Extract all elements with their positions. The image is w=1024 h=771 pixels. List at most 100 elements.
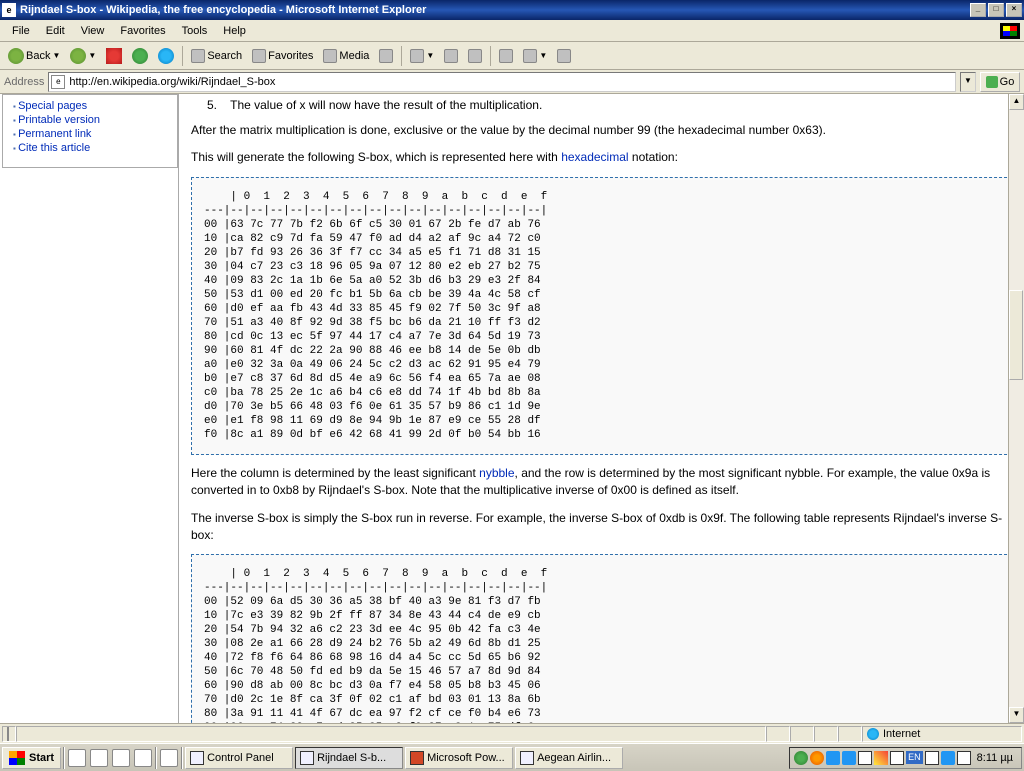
vertical-scrollbar[interactable]: ▲ ▼: [1008, 94, 1024, 723]
sidebar-item-cite[interactable]: Cite this article: [13, 141, 175, 155]
tray-icon[interactable]: [794, 751, 808, 765]
go-button[interactable]: Go: [980, 72, 1020, 92]
tray-icon[interactable]: [890, 751, 904, 765]
media-button[interactable]: Media: [319, 45, 373, 67]
quicklaunch-icon[interactable]: [160, 749, 178, 767]
ie-icon: e: [2, 3, 16, 17]
scroll-thumb[interactable]: [1009, 290, 1023, 380]
maximize-button[interactable]: □: [988, 3, 1004, 17]
menu-help[interactable]: Help: [215, 23, 254, 39]
taskbar: Start Control Panel Rijndael S-b... Micr…: [0, 743, 1024, 771]
tray-icon[interactable]: [957, 751, 971, 765]
windows-flag-icon: [1000, 23, 1020, 39]
menu-view[interactable]: View: [73, 23, 113, 39]
history-button[interactable]: [375, 45, 397, 67]
sidebar-list: Special pages Printable version Permanen…: [5, 99, 175, 155]
quicklaunch-icon[interactable]: [90, 749, 108, 767]
menu-favorites[interactable]: Favorites: [112, 23, 173, 39]
sidebar-item-printable[interactable]: Printable version: [13, 113, 175, 127]
ie-icon: [300, 751, 314, 765]
tray-icon[interactable]: [941, 751, 955, 765]
quicklaunch-icon[interactable]: [68, 749, 86, 767]
mail-button[interactable]: ▼: [406, 45, 438, 67]
done-icon: [7, 727, 9, 741]
discuss-icon: [499, 49, 513, 63]
tray-icon[interactable]: [925, 751, 939, 765]
list-text: The value of x will now have the result …: [230, 98, 542, 112]
messenger-button[interactable]: [553, 45, 575, 67]
window-titlebar: e Rijndael S-box - Wikipedia, the free e…: [0, 0, 1024, 20]
clock[interactable]: 8:11 µµ: [973, 752, 1017, 764]
link-hexadecimal[interactable]: hexadecimal: [561, 150, 628, 164]
list-number: 5.: [207, 98, 227, 112]
favorites-button[interactable]: Favorites: [248, 45, 317, 67]
quicklaunch-icon[interactable]: [112, 749, 130, 767]
close-button[interactable]: ×: [1006, 3, 1022, 17]
chevron-down-icon: ▼: [88, 51, 96, 60]
paragraph-4: The inverse S-box is simply the S-box ru…: [191, 510, 1012, 545]
content-area: Special pages Printable version Permanen…: [0, 94, 1024, 723]
link-nybble[interactable]: nybble: [479, 466, 514, 480]
forward-icon: [70, 48, 86, 64]
scroll-down-button[interactable]: ▼: [1009, 707, 1024, 723]
forward-button[interactable]: ▼: [66, 45, 100, 67]
url-input[interactable]: http://en.wikipedia.org/wiki/Rijndael_S-…: [69, 76, 953, 88]
menu-file[interactable]: File: [4, 23, 38, 39]
task-aegean[interactable]: Aegean Airlin...: [515, 747, 623, 769]
research-button[interactable]: ▼: [519, 45, 551, 67]
tray-icon[interactable]: [810, 751, 824, 765]
go-label: Go: [1000, 76, 1015, 88]
media-label: Media: [339, 50, 369, 62]
folder-icon: [190, 751, 204, 765]
menubar: File Edit View Favorites Tools Help: [0, 20, 1024, 42]
tray-icon[interactable]: [874, 751, 888, 765]
quicklaunch-icon[interactable]: [134, 749, 152, 767]
tray-icon[interactable]: [842, 751, 856, 765]
home-button[interactable]: [154, 45, 178, 67]
print-icon: [444, 49, 458, 63]
search-icon: [191, 49, 205, 63]
scroll-up-button[interactable]: ▲: [1009, 94, 1024, 110]
search-button[interactable]: Search: [187, 45, 246, 67]
task-control-panel[interactable]: Control Panel: [185, 747, 293, 769]
history-icon: [379, 49, 393, 63]
minimize-button[interactable]: _: [970, 3, 986, 17]
paragraph-1: After the matrix multiplication is done,…: [191, 122, 1012, 139]
menu-edit[interactable]: Edit: [38, 23, 73, 39]
start-button[interactable]: Start: [2, 747, 61, 769]
powerpoint-icon: [410, 751, 424, 765]
stop-button[interactable]: [102, 45, 126, 67]
paragraph-3: Here the column is determined by the lea…: [191, 465, 1012, 500]
home-icon: [158, 48, 174, 64]
url-dropdown[interactable]: ▼: [960, 72, 976, 92]
print-button[interactable]: [440, 45, 462, 67]
tray-icon[interactable]: [858, 751, 872, 765]
edit-button[interactable]: [464, 45, 486, 67]
globe-icon: [867, 728, 879, 740]
menu-tools[interactable]: Tools: [174, 23, 216, 39]
search-label: Search: [207, 50, 242, 62]
toolbar: Back ▼ ▼ Search Favorites Media ▼ ▼: [0, 42, 1024, 70]
tray-icon[interactable]: [826, 751, 840, 765]
discuss-button[interactable]: [495, 45, 517, 67]
sidebar-item-permalink[interactable]: Permanent link: [13, 127, 175, 141]
windows-icon: [9, 751, 25, 765]
go-icon: [986, 76, 998, 88]
mail-icon: [410, 49, 424, 63]
scroll-track[interactable]: [1009, 110, 1024, 707]
security-zone: Internet: [883, 728, 920, 740]
task-powerpoint[interactable]: Microsoft Pow...: [405, 747, 513, 769]
ie-icon: [520, 751, 534, 765]
language-indicator[interactable]: EN: [906, 751, 923, 764]
sidebar-item-special[interactable]: Special pages: [13, 99, 175, 113]
favorites-icon: [252, 49, 266, 63]
task-ie-rijndael[interactable]: Rijndael S-b...: [295, 747, 403, 769]
refresh-icon: [132, 48, 148, 64]
back-button[interactable]: Back ▼: [4, 45, 64, 67]
stop-icon: [106, 48, 122, 64]
sbox-table: | 0 1 2 3 4 5 6 7 8 9 a b c d e f ---|--…: [191, 177, 1012, 455]
messenger-icon: [557, 49, 571, 63]
article-content: 5. The value of x will now have the resu…: [178, 94, 1024, 723]
url-field-container: e http://en.wikipedia.org/wiki/Rijndael_…: [48, 72, 956, 92]
refresh-button[interactable]: [128, 45, 152, 67]
